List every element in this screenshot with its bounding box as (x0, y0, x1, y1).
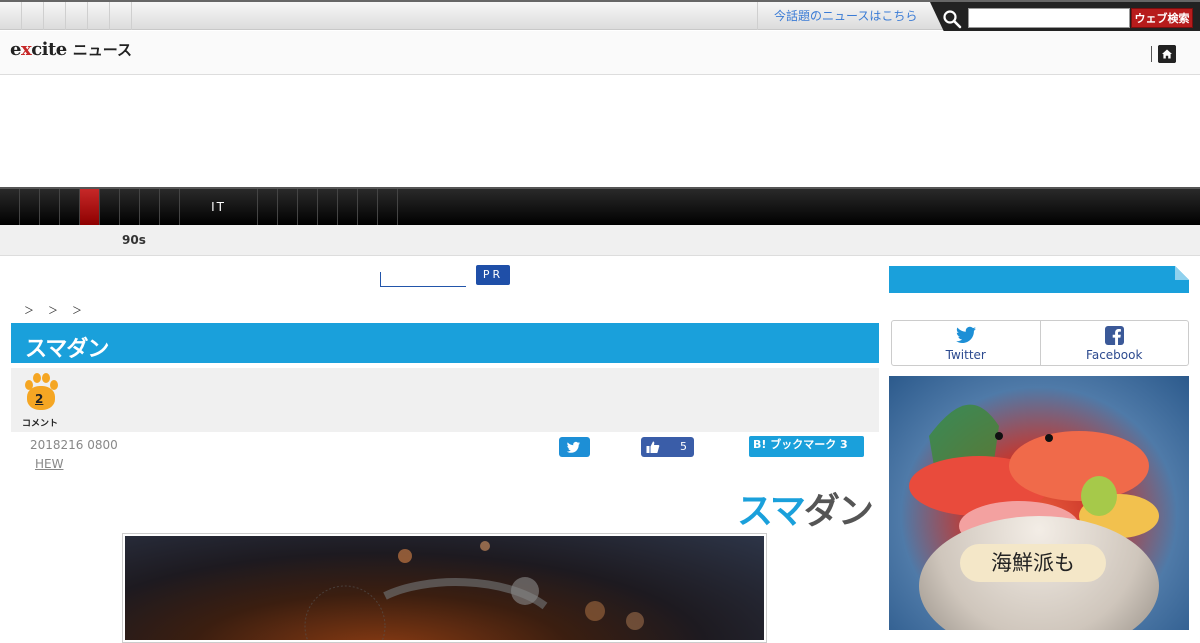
nav-item[interactable] (278, 189, 298, 225)
top-tab[interactable] (22, 2, 44, 30)
nav-item[interactable] (160, 189, 180, 225)
brand-banner: スマダン (11, 323, 879, 363)
brand-logo-large: スマダン (737, 491, 874, 532)
sub-nav-item[interactable]: 90s (122, 233, 146, 247)
top-tab[interactable] (110, 2, 132, 30)
thumbs-up-icon (646, 441, 660, 453)
social-share-box: Twitter Facebook (891, 320, 1189, 366)
search-input[interactable] (968, 8, 1130, 28)
nav-item-it[interactable]: IT (180, 189, 258, 225)
like-count: 5 (680, 440, 687, 453)
nav-item[interactable] (100, 189, 120, 225)
hatena-bookmark-button[interactable]: B! ブックマーク 3 (749, 436, 864, 457)
nav-item[interactable] (120, 189, 140, 225)
web-search-button[interactable]: ウェブ検索 (1131, 8, 1193, 28)
top-tab[interactable] (44, 2, 66, 30)
divider (1151, 46, 1152, 62)
seafood-ad-banner[interactable]: 海鮮派も (889, 376, 1189, 630)
twitter-share-button[interactable]: Twitter (892, 321, 1040, 365)
nav-item[interactable] (378, 189, 398, 225)
ad-caption: 海鮮派も (960, 544, 1106, 582)
nav-item[interactable] (20, 189, 40, 225)
top-tab[interactable] (66, 2, 88, 30)
nav-item[interactable] (40, 189, 60, 225)
nav-item[interactable] (140, 189, 160, 225)
photo-scene (304, 541, 644, 640)
top-bar: 今話題のニュースはこちら ウェブ検索 (0, 0, 1200, 36)
top-tab[interactable] (88, 2, 110, 30)
logo-wordmark: excite (10, 39, 67, 60)
logo-section: ニュース (72, 41, 133, 59)
category-nav: IT (0, 187, 1200, 225)
article-author[interactable]: HEW (35, 457, 63, 471)
article-meta-band (11, 368, 879, 432)
facebook-share-button[interactable]: Facebook (1039, 321, 1189, 365)
corner-fold (1175, 266, 1189, 280)
facebook-icon (1104, 326, 1124, 345)
paw-comment-icon[interactable]: 2 (21, 372, 61, 414)
breadcrumb[interactable]: ＞＞＞ (24, 302, 96, 317)
nav-item[interactable] (298, 189, 318, 225)
twitter-icon (956, 326, 976, 343)
nav-item[interactable] (358, 189, 378, 225)
trending-news-link[interactable]: 今話題のニュースはこちら (757, 2, 927, 30)
search-icon[interactable] (942, 9, 962, 29)
comment-count[interactable]: 2 (35, 392, 43, 406)
article-photo (122, 533, 767, 643)
nav-item[interactable] (258, 189, 278, 225)
sub-nav: 90s (0, 225, 1200, 256)
top-tab[interactable] (0, 2, 22, 30)
facebook-label: Facebook (1086, 348, 1143, 362)
sidebar-header (889, 266, 1189, 293)
article-date: 2018216 0800 (30, 438, 118, 452)
twitter-bird-icon (566, 441, 580, 453)
home-icon[interactable] (1158, 45, 1176, 63)
excite-logo[interactable]: excite ニュース (10, 39, 132, 67)
comment-label: コメント (22, 419, 59, 429)
nav-item[interactable] (0, 189, 20, 225)
nav-item[interactable] (60, 189, 80, 225)
brand-logo[interactable]: スマダン (25, 331, 109, 363)
pr-link[interactable] (380, 272, 466, 287)
tweet-button[interactable] (559, 437, 590, 457)
nav-item[interactable] (318, 189, 338, 225)
twitter-label: Twitter (945, 348, 986, 362)
like-button[interactable]: 5 (641, 437, 694, 457)
site-header: excite ニュース (0, 31, 1200, 75)
pr-badge: PR (476, 265, 510, 285)
top-tabs (0, 2, 132, 30)
nav-item-active[interactable] (80, 189, 100, 225)
nav-item[interactable] (338, 189, 358, 225)
